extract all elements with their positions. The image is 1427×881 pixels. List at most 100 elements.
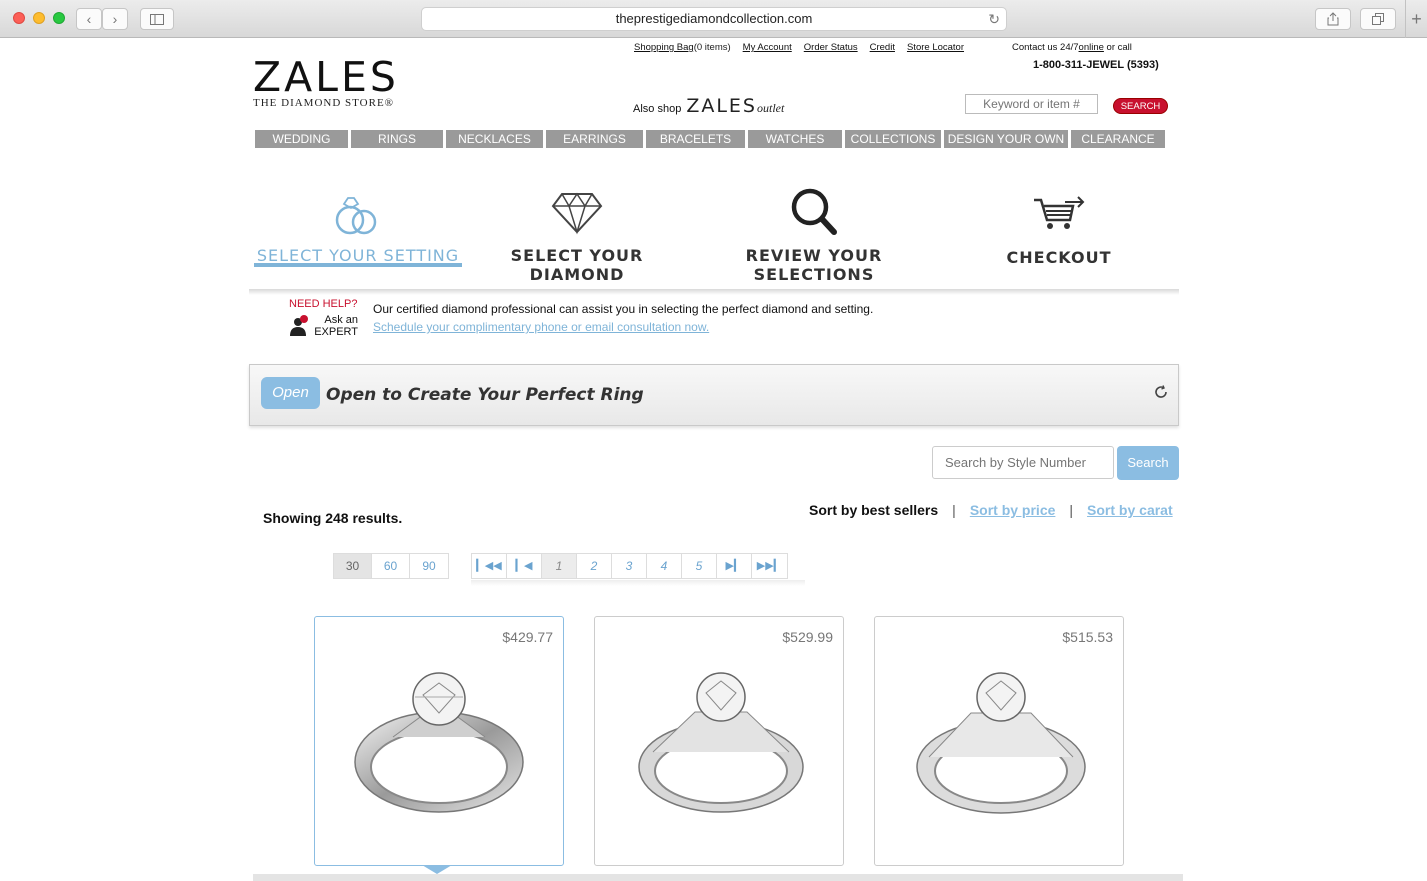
keyword-search-input[interactable] — [965, 94, 1098, 114]
ask-an-expert-link[interactable]: Ask an EXPERT — [290, 314, 358, 338]
sort-by-carat[interactable]: Sort by carat — [1087, 502, 1173, 518]
step-label: CHECKOUT — [1006, 248, 1112, 267]
reload-icon[interactable]: ↻ — [988, 8, 1000, 30]
sort-options: Sort by best sellers | Sort by price | S… — [809, 502, 1173, 518]
next-page-icon[interactable]: ▶▎ — [717, 554, 752, 578]
magnifier-icon — [791, 188, 837, 235]
minimize-window-button[interactable] — [33, 12, 45, 24]
share-icon — [1327, 12, 1339, 26]
back-button[interactable]: ‹ — [76, 8, 102, 30]
ask-line-2: EXPERT — [314, 326, 358, 338]
sort-by-price[interactable]: Sort by price — [970, 502, 1056, 518]
forward-button[interactable]: › — [102, 8, 128, 30]
nav-bracelets[interactable]: BRACELETS — [646, 130, 745, 148]
sort-best-sellers[interactable]: Sort by best sellers — [809, 502, 938, 518]
outlet-word: outlet — [756, 101, 785, 115]
also-shop-outlet[interactable]: Also shop ZALESoutlet — [633, 95, 784, 117]
diamond-icon — [551, 192, 603, 235]
utility-links: Shopping Bag(0 items) My Account Order S… — [634, 42, 964, 53]
section-divider — [249, 289, 1179, 295]
previous-page-icon[interactable]: ▎◀ — [507, 554, 542, 578]
per-page-30[interactable]: 30 — [334, 554, 372, 578]
my-account-link[interactable]: My Account — [743, 42, 792, 53]
logo-tagline: THE DIAMOND STORE® — [253, 97, 395, 109]
product-price: $515.53 — [1062, 629, 1113, 645]
nav-earrings[interactable]: EARRINGS — [546, 130, 643, 148]
active-step-indicator — [254, 263, 462, 267]
step-select-diamond[interactable]: SELECT YOUR DIAMOND — [479, 180, 675, 284]
step-checkout[interactable]: CHECKOUT — [1005, 180, 1113, 267]
nav-necklaces[interactable]: NECKLACES — [446, 130, 543, 148]
per-page-90[interactable]: 90 — [410, 554, 448, 578]
shopping-bag-link[interactable]: Shopping Bag — [634, 42, 694, 53]
url-text: theprestigediamondcollection.com — [615, 11, 813, 26]
style-number-search-input[interactable] — [932, 446, 1114, 479]
refresh-icon[interactable] — [1154, 385, 1168, 399]
address-bar[interactable]: theprestigediamondcollection.com ↻ — [421, 7, 1007, 31]
step-label: SELECT YOUR DIAMOND — [510, 246, 644, 284]
last-page-icon[interactable]: ▶▶▎ — [752, 554, 787, 578]
tabs-overview-button[interactable] — [1360, 8, 1396, 30]
ring-image — [916, 672, 1086, 814]
step-label: REVIEW YOUR SELECTIONS — [745, 246, 883, 284]
sidebar-toggle-button[interactable] — [140, 8, 174, 30]
nav-rings[interactable]: RINGS — [351, 130, 443, 148]
order-status-link[interactable]: Order Status — [804, 42, 858, 53]
results-count: Showing 248 results. — [263, 510, 403, 526]
main-navigation: WEDDING RINGS NECKLACES EARRINGS BRACELE… — [255, 130, 1165, 148]
nav-collections[interactable]: COLLECTIONS — [845, 130, 941, 148]
store-locator-link[interactable]: Store Locator — [907, 42, 964, 53]
contact-prefix: Contact us 24/7 — [1012, 42, 1079, 53]
new-tab-button[interactable]: + — [1405, 0, 1427, 38]
style-search-button[interactable]: Search — [1117, 446, 1179, 480]
create-ring-accordion[interactable]: Open Open to Create Your Perfect Ring — [249, 364, 1179, 426]
first-page-icon[interactable]: ▎◀◀ — [472, 554, 507, 578]
product-price: $429.77 — [502, 629, 553, 645]
page-1[interactable]: 1 — [542, 554, 577, 578]
zales-logo[interactable]: ZALES THE DIAMOND STORE® — [253, 53, 399, 110]
logo-wordmark: ZALES — [253, 53, 399, 101]
nav-clearance[interactable]: CLEARANCE — [1071, 130, 1165, 148]
shopping-bag-link-group: Shopping Bag(0 items) — [634, 42, 731, 53]
per-page-60[interactable]: 60 — [372, 554, 410, 578]
also-shop-label: Also shop — [633, 103, 682, 115]
pagination: ▎◀◀ ▎◀ 1 2 3 4 5 ▶▎ ▶▶▎ — [471, 553, 788, 579]
product-card-2[interactable]: $529.99 — [594, 616, 844, 866]
sort-separator: | — [952, 502, 956, 518]
contact-suffix: or call — [1103, 42, 1132, 53]
accordion-title: Open to Create Your Perfect Ring — [326, 385, 644, 405]
share-button[interactable] — [1315, 8, 1351, 30]
chevron-right-icon: › — [112, 11, 118, 27]
keyword-search-button[interactable]: SEARCH — [1113, 98, 1168, 114]
contact-online-link[interactable]: online — [1079, 42, 1104, 53]
ring-image — [354, 672, 524, 813]
browser-toolbar: ‹ › theprestigediamondcollection.com ↻ + — [0, 0, 1427, 38]
per-page-selector: 30 60 90 — [333, 553, 449, 579]
product-card-3[interactable]: $515.53 — [874, 616, 1124, 866]
details-panel-edge — [253, 874, 1183, 881]
chevron-left-icon: ‹ — [86, 11, 92, 27]
bag-count: (0 items) — [693, 42, 731, 53]
nav-design-your-own[interactable]: DESIGN YOUR OWN — [944, 130, 1068, 148]
ask-line-1: Ask an — [324, 314, 358, 326]
schedule-consultation-link[interactable]: Schedule your complimentary phone or ema… — [373, 320, 709, 334]
open-button[interactable]: Open — [261, 377, 320, 409]
step-select-setting[interactable]: SELECT YOUR SETTING — [254, 180, 462, 265]
page-2[interactable]: 2 — [577, 554, 612, 578]
rings-icon — [335, 197, 377, 235]
page-5[interactable]: 5 — [682, 554, 717, 578]
selected-card-indicator — [422, 865, 452, 874]
product-price: $529.99 — [782, 629, 833, 645]
tabs-icon — [1372, 13, 1384, 25]
nav-watches[interactable]: WATCHES — [748, 130, 842, 148]
page-3[interactable]: 3 — [612, 554, 647, 578]
page-4[interactable]: 4 — [647, 554, 682, 578]
sidebar-icon — [150, 13, 164, 25]
plus-icon: + — [1411, 8, 1422, 29]
step-review-selections[interactable]: REVIEW YOUR SELECTIONS — [700, 180, 928, 284]
credit-link[interactable]: Credit — [870, 42, 895, 53]
product-card-1[interactable]: $429.77 — [314, 616, 564, 866]
close-window-button[interactable] — [13, 12, 25, 24]
zoom-window-button[interactable] — [53, 12, 65, 24]
nav-wedding[interactable]: WEDDING — [255, 130, 348, 148]
